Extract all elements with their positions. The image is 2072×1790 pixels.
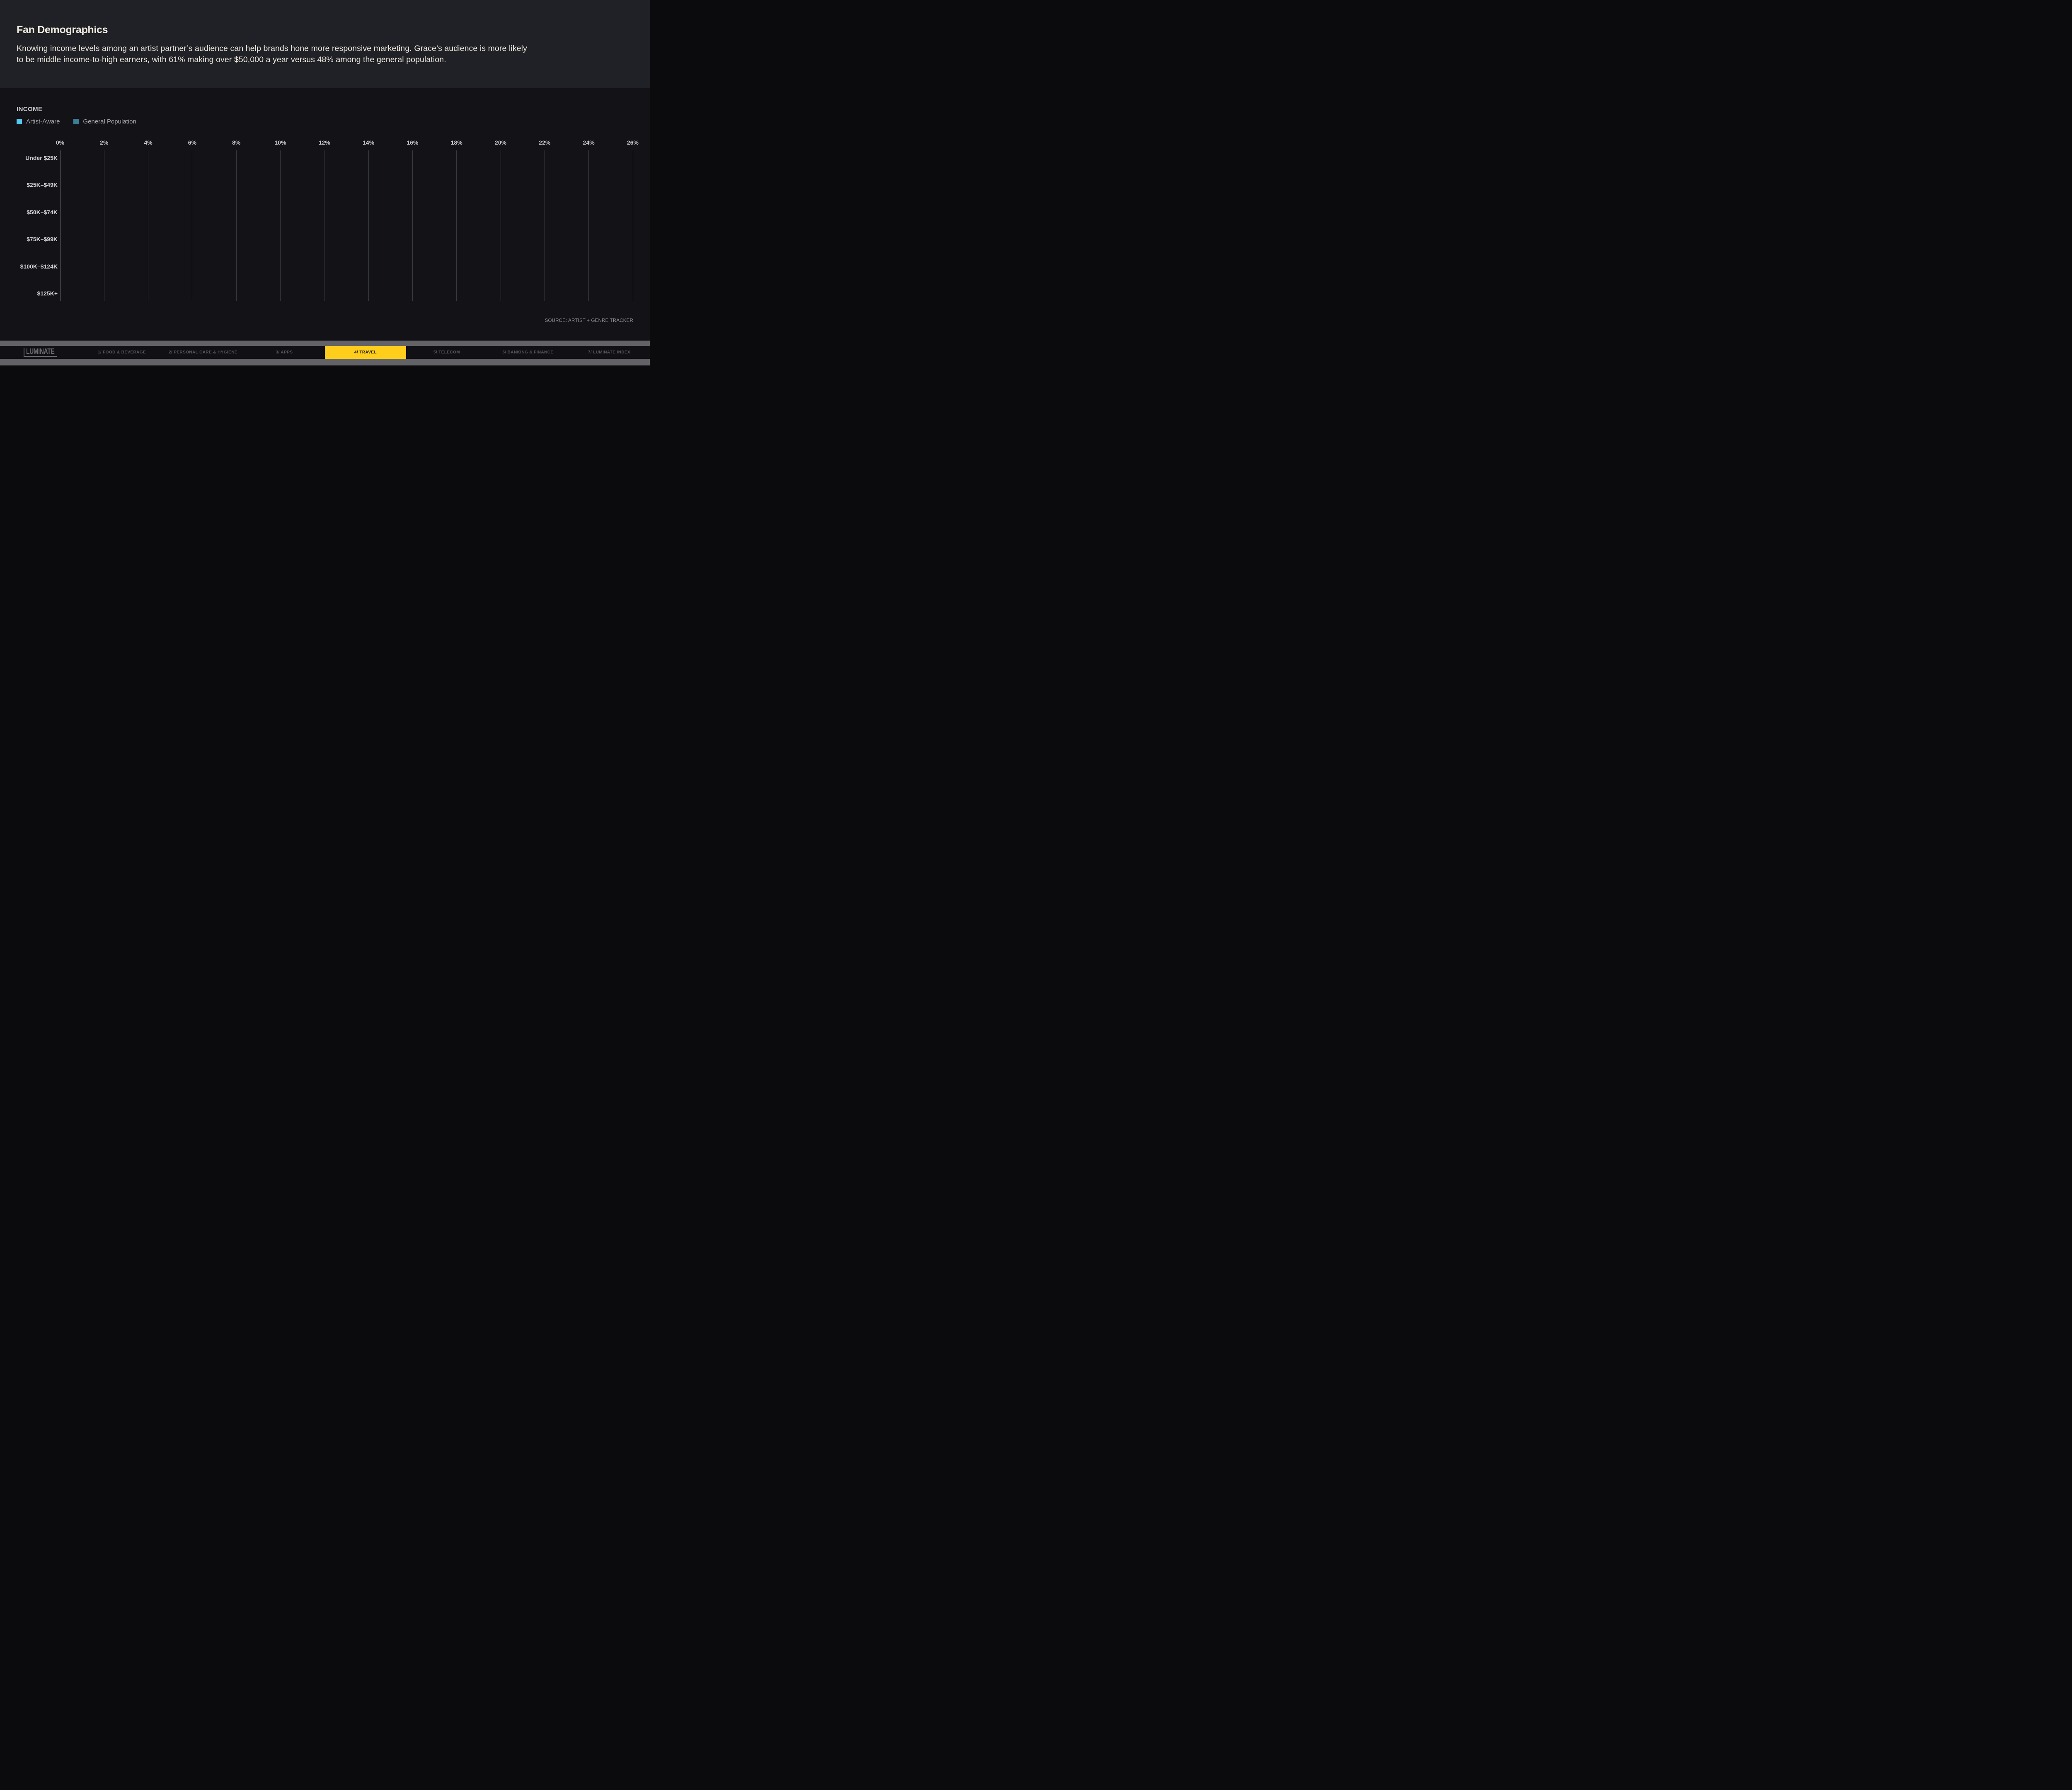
x-tick-label: 6% bbox=[188, 139, 197, 146]
nav-tab-2[interactable]: 2/ PERSONAL CARE & HYGIENE bbox=[162, 346, 244, 359]
header-section: Fan Demographics Knowing income levels a… bbox=[0, 0, 650, 88]
source-note: SOURCE: ARTIST + GENRE TRACKER bbox=[545, 318, 633, 323]
nav-tab-4[interactable]: 4/ TRAVEL bbox=[325, 346, 406, 359]
nav-tab-1[interactable]: 1/ FOOD & BEVERAGE bbox=[81, 346, 162, 359]
page-description-line1: Knowing income levels among an artist pa… bbox=[17, 44, 527, 53]
x-tick-label: 20% bbox=[495, 139, 507, 146]
bottom-bar: LUMINATE 1/ FOOD & BEVERAGE 2/ PERSONAL C… bbox=[0, 341, 650, 365]
x-tick-label: 14% bbox=[363, 139, 375, 146]
page-title: Fan Demographics bbox=[17, 24, 108, 36]
nav-tabs: 1/ FOOD & BEVERAGE 2/ PERSONAL CARE & HYG… bbox=[81, 346, 650, 359]
x-tick-label: 8% bbox=[232, 139, 241, 146]
x-tick-label: 26% bbox=[627, 139, 639, 146]
x-tick-label: 2% bbox=[100, 139, 109, 146]
income-bar-chart-plot bbox=[60, 150, 633, 301]
legend-label: Artist-Aware bbox=[26, 118, 60, 125]
nav-strip: LUMINATE 1/ FOOD & BEVERAGE 2/ PERSONAL C… bbox=[0, 346, 650, 359]
x-tick-label: 24% bbox=[583, 139, 595, 146]
category-label: $100K–$124K bbox=[20, 263, 58, 270]
chart-section-title: INCOME bbox=[17, 106, 43, 113]
chart-legend: Artist-Aware General Population bbox=[17, 118, 150, 125]
x-axis-tick-labels: 0% 2% 4% 6% 8% 10% 12% 14% 16% 18% 20% 22% 24% 26% bbox=[56, 139, 639, 148]
legend-item-0[interactable]: Artist-Aware bbox=[17, 118, 60, 125]
x-tick-label: 22% bbox=[539, 139, 551, 146]
x-tick-label: 18% bbox=[450, 139, 462, 146]
legend-swatch-icon bbox=[17, 119, 22, 124]
x-tick-label: 10% bbox=[274, 139, 286, 146]
legend-item-1[interactable]: General Population bbox=[73, 118, 136, 125]
fan-demographics-slide: Fan Demographics Knowing income levels a… bbox=[0, 0, 650, 365]
luminate-logo-text: LUMINATE bbox=[26, 347, 55, 356]
luminate-logo[interactable]: LUMINATE bbox=[24, 348, 57, 357]
page-description-line2: to be middle income-to-high earners, wit… bbox=[17, 55, 446, 64]
category-label: Under $25K bbox=[25, 155, 58, 162]
category-label: $50K–$74K bbox=[27, 208, 58, 215]
x-tick-label: 16% bbox=[407, 139, 419, 146]
page-description: Knowing income levels among an artist pa… bbox=[17, 43, 572, 65]
category-label: $75K–$99K bbox=[27, 236, 58, 243]
x-tick-label: 12% bbox=[318, 139, 330, 146]
nav-tab-7[interactable]: 7/ LUMINATE INDEX bbox=[569, 346, 650, 359]
nav-tab-6[interactable]: 6/ BANKING & FINANCE bbox=[487, 346, 569, 359]
legend-swatch-icon bbox=[73, 119, 79, 124]
x-tick-label: 0% bbox=[56, 139, 65, 146]
y-axis-category-labels: Under $25K $25K–$49K $50K–$74K $75K–$99K $10… bbox=[0, 150, 58, 301]
x-tick-label: 4% bbox=[144, 139, 152, 146]
nav-tab-3[interactable]: 3/ APPS bbox=[244, 346, 325, 359]
legend-label: General Population bbox=[83, 118, 136, 125]
category-label: $125K+ bbox=[37, 290, 58, 297]
nav-tab-5[interactable]: 5/ TELECOM bbox=[406, 346, 487, 359]
category-label: $25K–$49K bbox=[27, 181, 58, 189]
